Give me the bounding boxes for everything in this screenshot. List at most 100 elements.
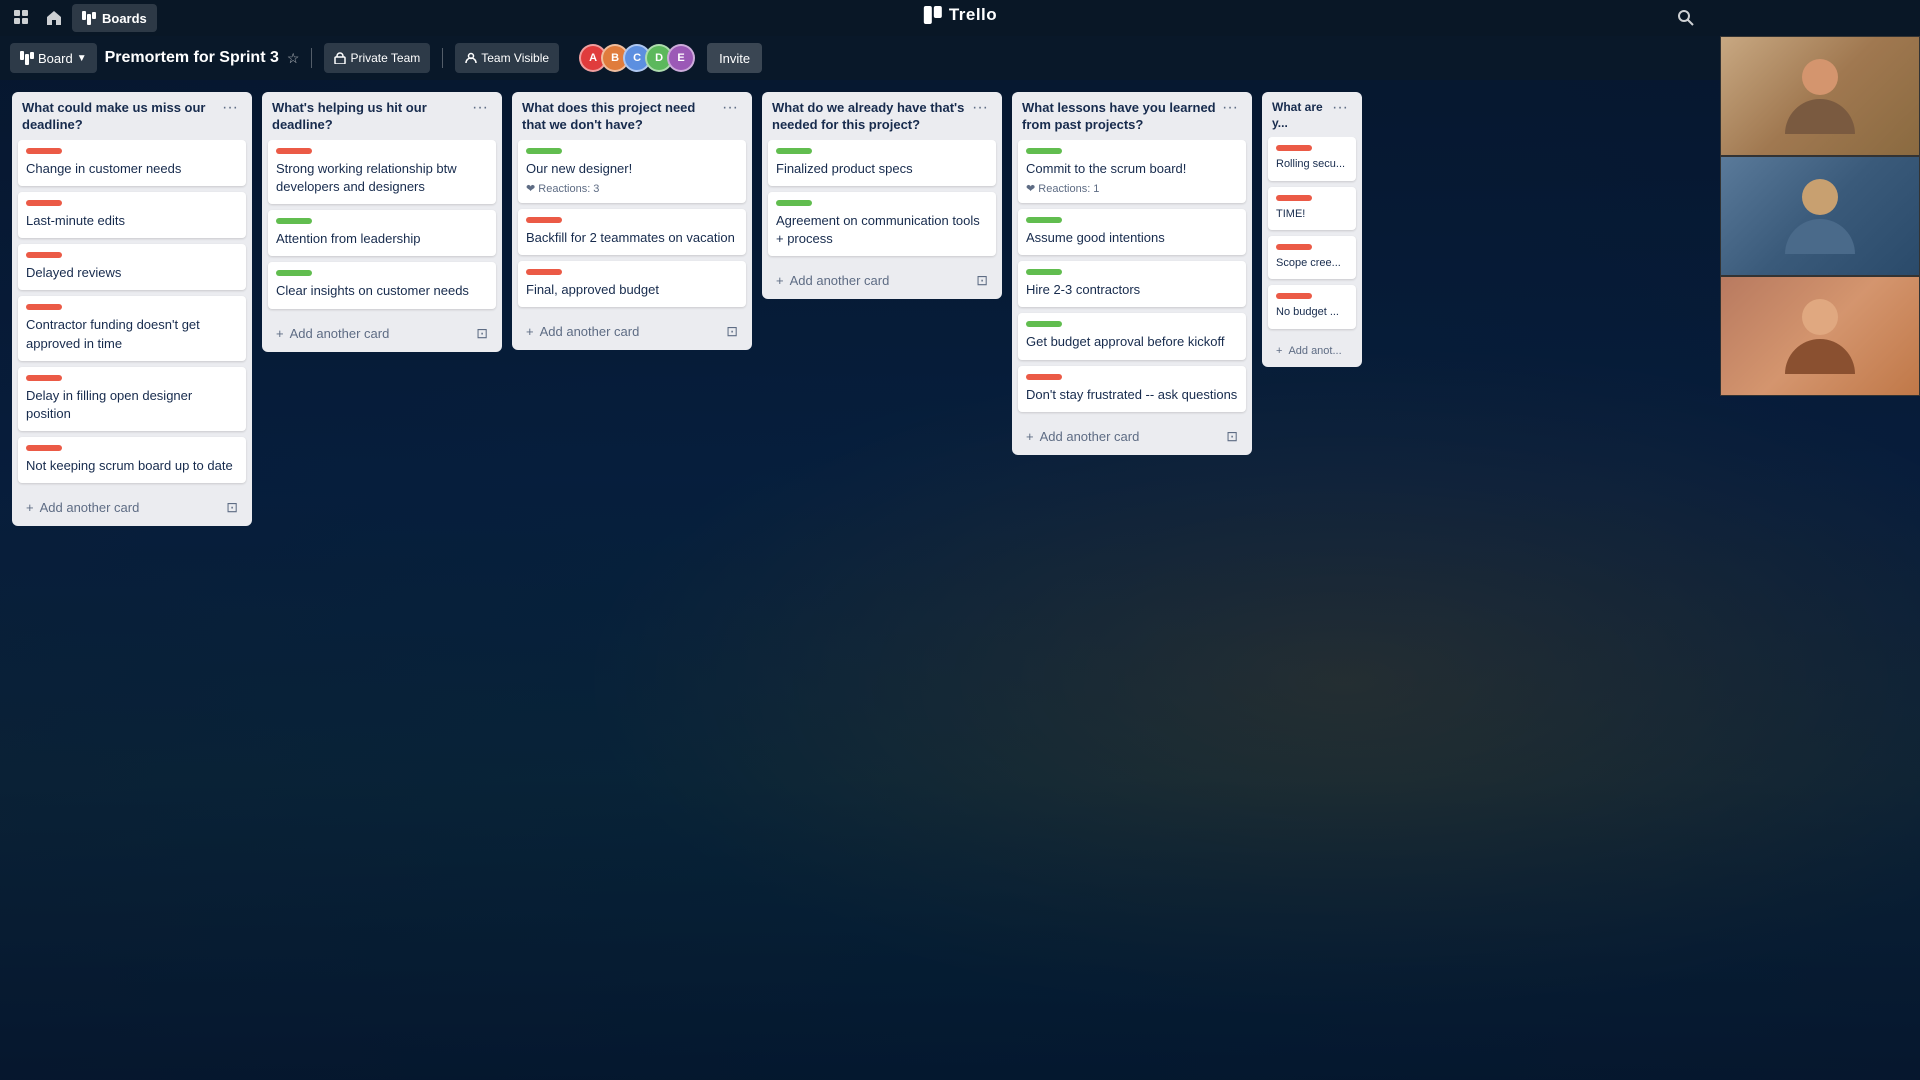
card-commit-scrum[interactable]: Commit to the scrum board! ❤ Reactions: …: [1018, 140, 1246, 203]
card-label-green: [1026, 269, 1062, 275]
list-5-cards: Commit to the scrum board! ❤ Reactions: …: [1012, 140, 1252, 418]
template-icon[interactable]: ⊡: [226, 499, 238, 516]
card-delayed-reviews[interactable]: Delayed reviews: [18, 244, 246, 290]
card-reactions: ❤ Reactions: 1: [1026, 182, 1238, 195]
list-1-title: What could make us miss our deadline?: [22, 100, 218, 134]
template-icon[interactable]: ⊡: [726, 323, 738, 340]
list-6-title: What are y...: [1272, 100, 1328, 131]
add-card-button-4[interactable]: + Add another card ⊡: [770, 268, 994, 293]
top-navbar: Boards Trello: [0, 0, 1920, 36]
card-approved-budget[interactable]: Final, approved budget: [518, 261, 746, 307]
add-card-button-5[interactable]: + Add another card ⊡: [1020, 424, 1244, 449]
list-4-footer: + Add another card ⊡: [762, 262, 1002, 299]
card-clear-insights[interactable]: Clear insights on customer needs: [268, 262, 496, 308]
card-label-green: [1026, 217, 1062, 223]
card-text: Clear insights on customer needs: [276, 282, 488, 300]
card-label-red: [26, 200, 62, 206]
template-icon[interactable]: ⊡: [976, 272, 988, 289]
video-sidebar: [1720, 36, 1920, 396]
add-card-label: Add another card: [540, 324, 640, 339]
apps-icon[interactable]: [8, 4, 36, 32]
trello-logo: Trello: [923, 5, 997, 25]
boards-button[interactable]: Boards: [72, 4, 157, 32]
card-change-customer-needs[interactable]: Change in customer needs: [18, 140, 246, 186]
card-text: Delay in filling open designer position: [26, 387, 238, 423]
card-new-designer[interactable]: Our new designer! ❤ Reactions: 3: [518, 140, 746, 203]
card-text: Last-minute edits: [26, 212, 238, 230]
card-text: Change in customer needs: [26, 160, 238, 178]
list-4-menu[interactable]: ···: [968, 100, 992, 116]
person-2: [1785, 179, 1855, 254]
list-3-header: What does this project need that we don'…: [512, 92, 752, 140]
card-text: Don't stay frustrated -- ask questions: [1026, 386, 1238, 404]
card-no-budget[interactable]: No budget ...: [1268, 285, 1356, 328]
add-card-button-3[interactable]: + Add another card ⊡: [520, 319, 744, 344]
list-6-menu[interactable]: ···: [1328, 100, 1352, 116]
add-card-label: Add another card: [290, 326, 390, 341]
list-3-title: What does this project need that we don'…: [522, 100, 718, 134]
star-icon[interactable]: ☆: [287, 50, 300, 67]
video-panel-1[interactable]: [1720, 36, 1920, 156]
list-6-footer: + Add anot...: [1262, 335, 1362, 367]
list-2-footer: + Add another card ⊡: [262, 315, 502, 352]
invite-button[interactable]: Invite: [707, 43, 762, 73]
board-area[interactable]: What could make us miss our deadline? ··…: [0, 80, 1920, 1080]
card-dont-stay-frustrated[interactable]: Don't stay frustrated -- ask questions: [1018, 366, 1246, 412]
card-label-green: [526, 148, 562, 154]
person-body: [1785, 219, 1855, 254]
template-icon[interactable]: ⊡: [476, 325, 488, 342]
add-card-label: Add another card: [40, 500, 140, 515]
template-icon[interactable]: ⊡: [1226, 428, 1238, 445]
card-finalized-specs[interactable]: Finalized product specs: [768, 140, 996, 186]
avatar-5[interactable]: E: [667, 44, 695, 72]
card-label-red: [1026, 374, 1062, 380]
add-card-button-1[interactable]: + Add another card ⊡: [20, 495, 244, 520]
card-text: Attention from leadership: [276, 230, 488, 248]
add-card-button-6[interactable]: + Add anot...: [1270, 341, 1354, 361]
search-button[interactable]: [1672, 4, 1700, 32]
card-text: Finalized product specs: [776, 160, 988, 178]
card-rolling-secu[interactable]: Rolling secu...: [1268, 137, 1356, 180]
list-3-menu[interactable]: ···: [718, 100, 742, 116]
card-hire-contractors[interactable]: Hire 2-3 contractors: [1018, 261, 1246, 307]
video-panel-2[interactable]: [1720, 156, 1920, 276]
list-2-menu[interactable]: ···: [468, 100, 492, 116]
card-communication-tools[interactable]: Agreement on communication tools + proce…: [768, 192, 996, 256]
board-button-label: Board: [38, 51, 73, 66]
card-text: No budget ...: [1276, 305, 1348, 320]
card-text: Hire 2-3 contractors: [1026, 281, 1238, 299]
card-text: Final, approved budget: [526, 281, 738, 299]
card-label-red: [26, 252, 62, 258]
privacy-button[interactable]: Private Team: [324, 43, 430, 73]
list-5-menu[interactable]: ···: [1218, 100, 1242, 116]
person-head: [1802, 179, 1838, 215]
card-contractor-funding[interactable]: Contractor funding doesn't get approved …: [18, 296, 246, 360]
card-attention-leadership[interactable]: Attention from leadership: [268, 210, 496, 256]
card-scrum-board[interactable]: Not keeping scrum board up to date: [18, 437, 246, 483]
card-assume-good[interactable]: Assume good intentions: [1018, 209, 1246, 255]
card-time[interactable]: TIME!: [1268, 187, 1356, 230]
home-icon[interactable]: [40, 4, 68, 32]
card-scope-cree[interactable]: Scope cree...: [1268, 236, 1356, 279]
person-head: [1802, 59, 1838, 95]
card-text: TIME!: [1276, 207, 1348, 222]
list-3-footer: + Add another card ⊡: [512, 313, 752, 350]
team-visible-button[interactable]: Team Visible: [455, 43, 559, 73]
card-text: Our new designer!: [526, 160, 738, 178]
board-menu-button[interactable]: Board ▼: [10, 43, 97, 73]
card-text: Delayed reviews: [26, 264, 238, 282]
list-5-header: What lessons have you learned from past …: [1012, 92, 1252, 140]
card-strong-relationship[interactable]: Strong working relationship btw develope…: [268, 140, 496, 204]
video-panel-3[interactable]: [1720, 276, 1920, 396]
card-budget-approval[interactable]: Get budget approval before kickoff: [1018, 313, 1246, 359]
card-last-minute-edits[interactable]: Last-minute edits: [18, 192, 246, 238]
card-delay-designer[interactable]: Delay in filling open designer position: [18, 367, 246, 431]
card-label-green: [776, 200, 812, 206]
card-backfill-teammates[interactable]: Backfill for 2 teammates on vacation: [518, 209, 746, 255]
plus-icon: +: [1276, 345, 1282, 357]
list-2-cards: Strong working relationship btw develope…: [262, 140, 502, 315]
card-label-red: [1276, 145, 1312, 151]
card-label-red: [26, 304, 62, 310]
add-card-button-2[interactable]: + Add another card ⊡: [270, 321, 494, 346]
list-1-menu[interactable]: ···: [218, 100, 242, 116]
